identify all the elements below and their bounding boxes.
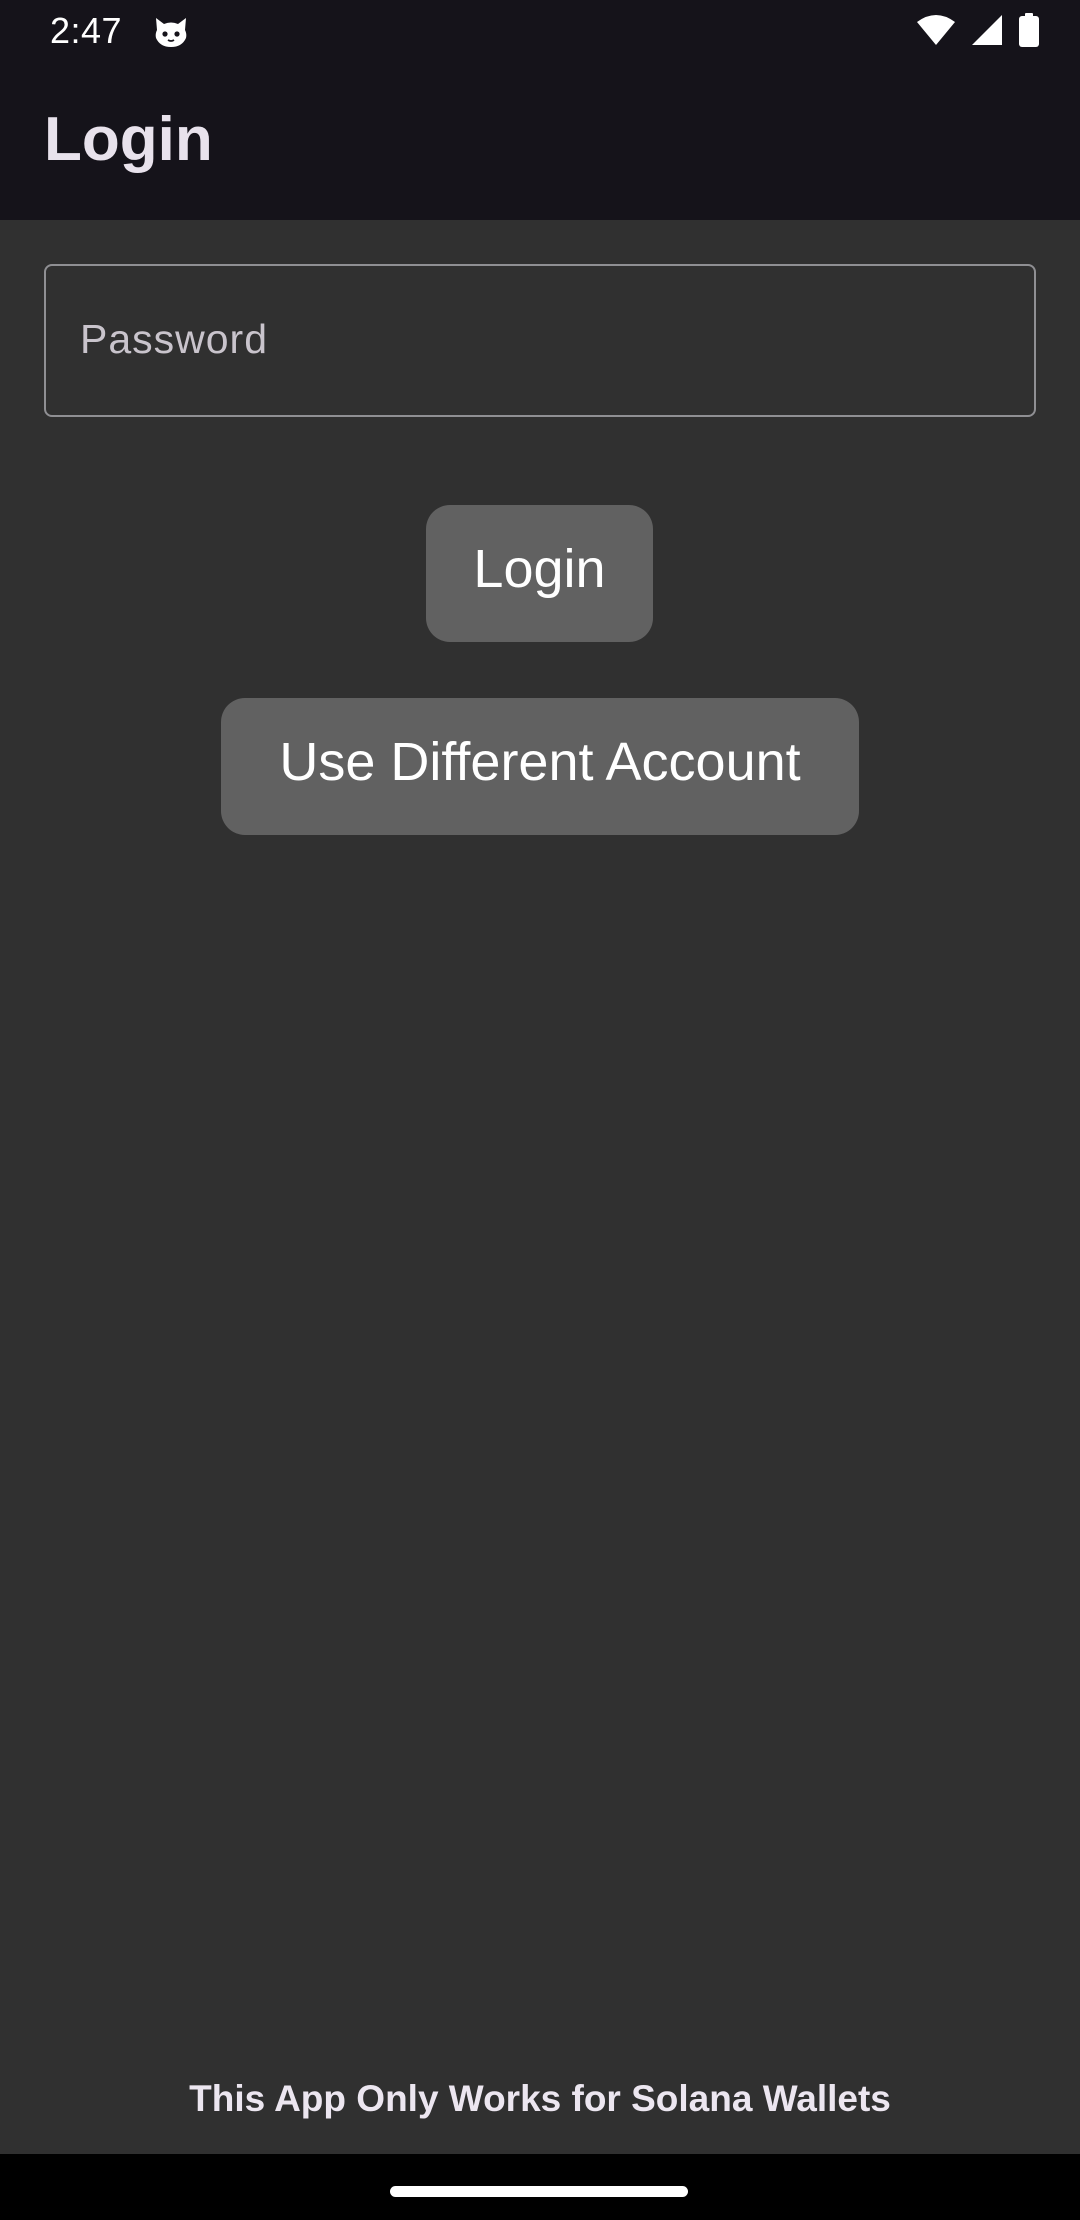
status-icons xyxy=(916,12,1040,52)
login-button[interactable]: Login xyxy=(426,505,653,642)
password-placeholder: Password xyxy=(80,316,269,362)
app-bar: Login xyxy=(0,64,1080,220)
home-handle[interactable] xyxy=(390,2186,688,2197)
cat-face-icon xyxy=(152,14,190,50)
battery-icon xyxy=(1018,12,1040,52)
login-button-label: Login xyxy=(473,538,606,599)
status-bar: 2:47 xyxy=(0,0,1080,64)
use-different-account-button[interactable]: Use Different Account xyxy=(221,698,859,835)
status-time: 2:47 xyxy=(50,10,123,51)
wifi-icon xyxy=(916,14,956,51)
footer-note: This App Only Works for Solana Wallets xyxy=(189,2078,891,2119)
page-title: Login xyxy=(44,105,213,174)
password-field[interactable]: Password xyxy=(44,264,1036,417)
login-screen: 2:47 Login Password Login Use Different … xyxy=(0,0,1080,2220)
gesture-nav-bar xyxy=(0,2154,1080,2220)
use-different-account-label: Use Different Account xyxy=(279,731,801,792)
cell-signal-icon xyxy=(970,14,1004,51)
